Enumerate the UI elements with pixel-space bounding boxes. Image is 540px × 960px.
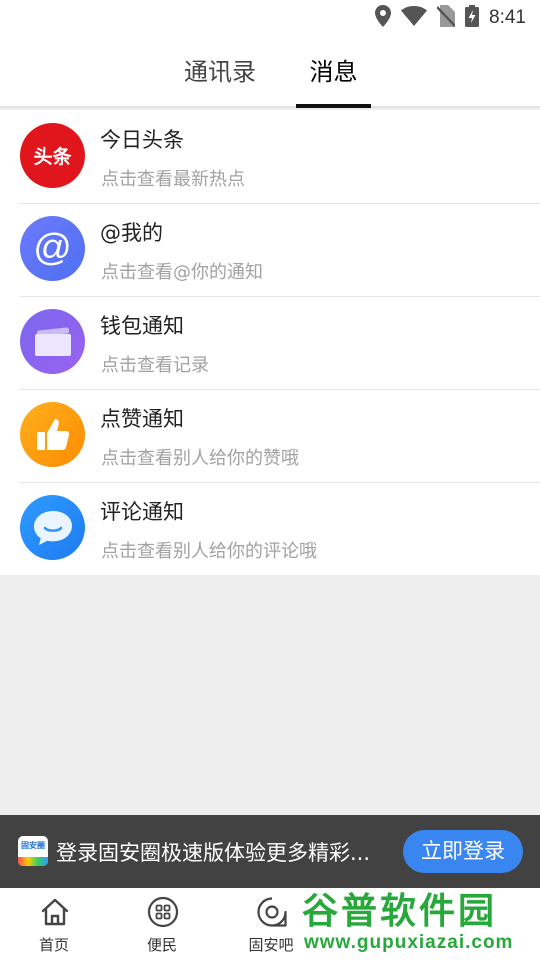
thumbs-up-icon [20,402,85,467]
status-time: 8:41 [489,7,526,28]
no-sim-icon [436,5,456,31]
list-item-toutiao[interactable]: 头条 今日头条 点击查看最新热点 [0,110,540,203]
battery-charging-icon [465,5,480,31]
item-subtitle: 点击查看别人给你的评论哦 [101,541,317,562]
app-logo-stripe [18,857,48,866]
item-subtitle: 点击查看@你的通知 [101,262,263,283]
nav-item-home[interactable]: 首页 [14,888,94,960]
wifi-icon [401,5,428,30]
watermark-title: 谷普软件园 [301,890,498,933]
home-icon [39,896,71,928]
message-list: 头条 今日头条 点击查看最新热点 @ @我的 点击查看@你的通知 钱包通知 点击… [0,110,540,575]
toutiao-icon-text: 头条 [33,146,72,168]
list-item-likes[interactable]: 点赞通知 点击查看别人给你的赞哦 [0,389,540,482]
login-button[interactable]: 立即登录 [403,830,523,873]
tab-bar: 通讯录 消息 [0,36,540,108]
app-logo-text: 固安圈 [21,841,45,850]
list-item-comments[interactable]: 评论通知 点击查看别人给你的评论哦 [0,482,540,575]
item-subtitle: 点击查看记录 [101,355,209,376]
toutiao-icon: 头条 [20,123,85,188]
item-subtitle: 点击查看别人给你的赞哦 [101,448,299,469]
item-title: 今日头条 [100,128,184,152]
item-title: @我的 [100,221,163,245]
location-icon [375,5,392,31]
tab-contacts[interactable]: 通讯录 [170,36,270,108]
comment-icon [20,495,85,560]
item-title: 钱包通知 [100,314,184,338]
wallet-icon [20,309,85,374]
status-icons: 8:41 [375,5,526,31]
nav-item-services[interactable]: 便民 [122,888,202,960]
nav-label: 首页 [38,936,69,954]
at-icon-text: @ [33,227,72,269]
list-item-wallet[interactable]: 钱包通知 点击查看记录 [0,296,540,389]
chat-circle-icon [256,896,288,928]
watermark: 谷普软件园 www.gupuxiazai.com [296,882,540,960]
list-item-mentions[interactable]: @ @我的 点击查看@你的通知 [0,203,540,296]
item-title: 点赞通知 [100,407,184,431]
banner-text: 登录固安圈极速版体验更多精彩... [56,841,371,865]
at-icon: @ [20,216,85,281]
login-banner: 固安圈 登录固安圈极速版体验更多精彩... 立即登录 [0,815,540,888]
item-title: 评论通知 [100,500,184,524]
item-subtitle: 点击查看最新热点 [101,169,245,190]
active-tab-indicator [296,104,371,108]
app-logo-icon: 固安圈 [18,836,48,866]
status-bar: 8:41 [0,0,540,36]
tab-messages[interactable]: 消息 [296,36,371,108]
nav-label: 便民 [146,936,177,954]
watermark-url: www.gupuxiazai.com [304,932,514,953]
grid-icon [147,896,179,928]
